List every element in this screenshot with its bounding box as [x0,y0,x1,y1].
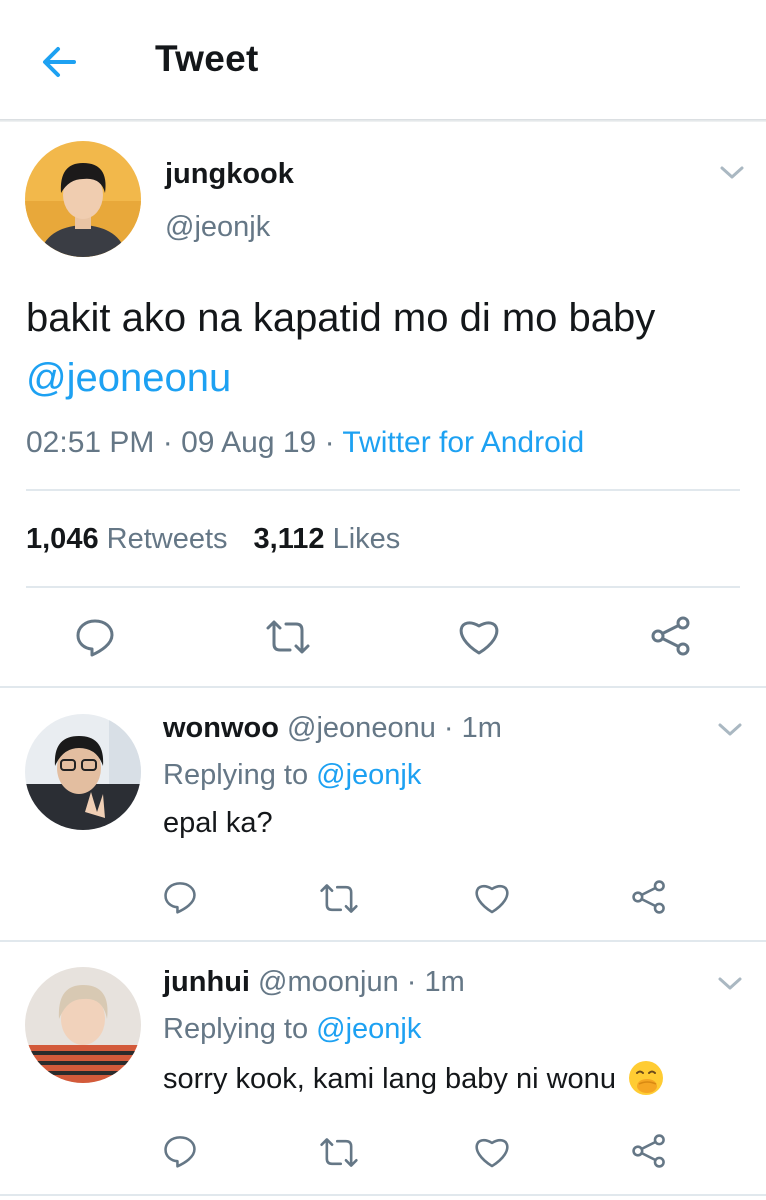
chevron-down-icon[interactable] [718,163,746,183]
reply-icon[interactable] [75,617,115,657]
divider [26,586,740,588]
likes-stat[interactable]: 3,112 Likes [254,523,401,555]
share-icon[interactable] [650,615,692,657]
reply-time: · 1m [406,966,465,998]
reply-text: epal ka? [163,807,273,839]
reply-text-body: sorry kook, kami lang baby ni wonu [163,1063,616,1095]
tweet-time: 02:51 PM [26,426,155,459]
replying-to-label: Replying to [163,1013,317,1045]
like-heart-icon[interactable] [458,617,500,655]
tweet-source-link[interactable]: Twitter for Android [342,426,584,459]
page-title: Tweet [155,38,259,79]
tweet-meta: 02:51 PM · 09 Aug 19 · Twitter for Andro… [26,426,584,460]
meta-separator: · [154,426,182,459]
meta-separator: · [316,426,343,459]
reply-header: wonwoo @jeoneonu · 1m [163,712,502,745]
divider [0,686,766,688]
top-app-bar [0,0,766,120]
reply-author-name[interactable]: wonwoo [163,712,279,744]
like-heart-icon[interactable] [474,881,510,914]
reply-icon[interactable] [163,1134,197,1168]
divider [26,489,740,491]
tweet-text: bakit ako na kapatid mo di mo baby @jeon… [26,288,726,408]
back-arrow-icon[interactable] [38,40,82,84]
reply-header: junhui @moonjun · 1m [163,966,465,999]
avatar[interactable] [25,967,141,1083]
reply-author-handle[interactable]: @moonjun [258,966,399,998]
likes-count: 3,112 [253,523,325,555]
author-handle[interactable]: @jeonjk [165,211,270,244]
header-divider [0,119,766,122]
likes-label: Likes [332,523,401,555]
reply-time: · 1m [443,712,502,744]
mention-link[interactable]: @jeoneonu [26,356,231,400]
face-with-hand-over-mouth-emoji-icon [628,1060,664,1096]
chevron-down-icon[interactable] [716,720,744,740]
reply-icon[interactable] [163,880,197,914]
retweet-icon[interactable] [265,618,311,656]
divider [0,940,766,942]
avatar[interactable] [25,141,141,257]
replying-to: Replying to @jeonjk [163,759,421,792]
replying-to-mention[interactable]: @jeonjk [316,759,421,791]
share-icon[interactable] [631,1133,667,1169]
reply-author-handle[interactable]: @jeoneonu [287,712,436,744]
retweets-label: Retweets [106,523,228,555]
tweet-date: 09 Aug 19 [181,426,317,459]
replying-to-label: Replying to [163,759,317,791]
share-icon[interactable] [631,879,667,915]
author-name[interactable]: jungkook [165,158,294,191]
retweets-stat[interactable]: 1,046 Retweets [26,523,228,555]
replying-to-mention[interactable]: @jeonjk [316,1013,421,1045]
reply-author-name[interactable]: junhui [163,966,250,998]
retweets-count: 1,046 [26,523,99,555]
chevron-down-icon[interactable] [716,974,744,994]
retweet-icon[interactable] [319,882,359,915]
divider [0,1194,766,1196]
retweet-icon[interactable] [319,1136,359,1169]
tweet-stats: 1,046 Retweets 3,112 Likes [26,523,400,556]
like-heart-icon[interactable] [474,1135,510,1168]
avatar[interactable] [25,714,141,830]
replying-to: Replying to @jeonjk [163,1013,421,1046]
reply-text: sorry kook, kami lang baby ni wonu [163,1060,664,1096]
tweet-body: bakit ako na kapatid mo di mo baby [26,296,656,340]
